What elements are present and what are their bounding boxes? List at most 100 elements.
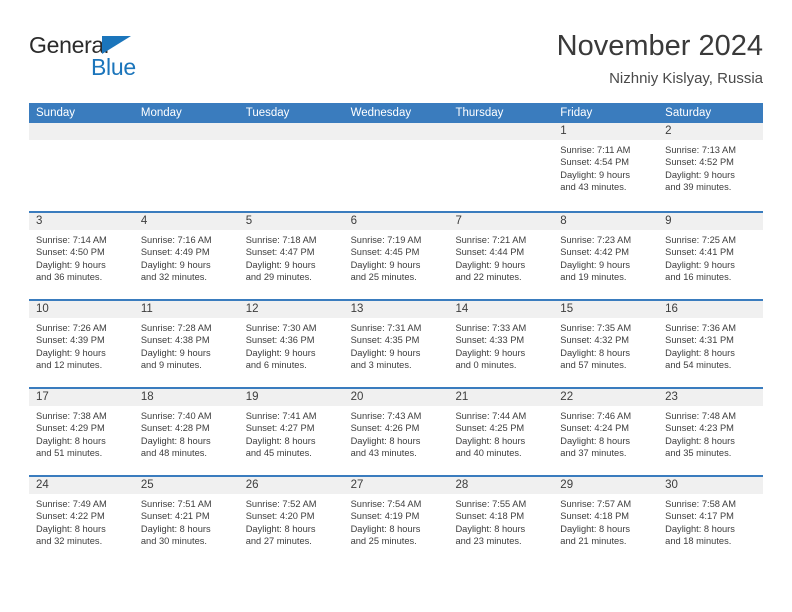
general-blue-logo[interactable]: General Blue: [29, 32, 159, 84]
day-info: Sunrise: 7:30 AM Sunset: 4:36 PM Daylight:…: [239, 318, 344, 372]
weekday-header-friday: Friday: [560, 107, 593, 119]
calendar-day-cell[interactable]: 3 Sunrise: 7:14 AM Sunset: 4:50 PM Daylight…: [29, 213, 134, 299]
day-number: 11: [140, 303, 153, 315]
calendar-day-cell[interactable]: 6 Sunrise: 7:19 AM Sunset: 4:45 PM Daylight…: [343, 213, 449, 299]
day-info: Sunrise: 7:18 AM Sunset: 4:47 PM Daylight:…: [239, 230, 344, 284]
page-header: General Blue November 2024 Nizhniy Kisly…: [29, 28, 763, 98]
calendar-weeks: 1 Sunrise: 7:11 AM Sunset: 4:54 PM Daylight…: [29, 123, 764, 563]
sunset-text: Sunset: 4:22 PM: [36, 511, 105, 522]
calendar-week-row: 17 Sunrise: 7:38 AM Sunset: 4:29 PM Dayligh…: [29, 387, 764, 475]
sunrise-text: Sunrise: 7:58 AM: [665, 499, 736, 509]
daylight-text-line1: Daylight: 8 hours: [665, 523, 735, 534]
daylight-text-line1: Daylight: 9 hours: [455, 259, 526, 270]
calendar-day-cell[interactable]: 30 Sunrise: 7:58 AM Sunset: 4:17 PM Dayligh…: [658, 477, 764, 563]
calendar-day-cell[interactable]: 14 Sunrise: 7:33 AM Sunset: 4:33 PM Dayligh…: [448, 301, 554, 387]
daylight-text-line1: Daylight: 8 hours: [455, 523, 526, 534]
sunrise-text: Sunrise: 7:52 AM: [245, 499, 317, 509]
day-number-band: 19: [238, 389, 344, 406]
day-info: Sunrise: 7:46 AM Sunset: 4:24 PM Daylight:…: [553, 406, 658, 460]
day-number-band: 25: [133, 477, 239, 494]
calendar-day-cell[interactable]: 17 Sunrise: 7:38 AM Sunset: 4:29 PM Dayligh…: [29, 389, 134, 475]
calendar-day-cell[interactable]: 20 Sunrise: 7:43 AM Sunset: 4:26 PM Dayligh…: [343, 389, 449, 475]
day-info: Sunrise: 7:38 AM Sunset: 4:29 PM Daylight:…: [29, 406, 134, 460]
daylight-text-line1: Daylight: 8 hours: [140, 523, 211, 534]
daylight-text-line1: Daylight: 8 hours: [245, 435, 316, 446]
title-block: November 2024 Nizhniy Kislyay, Russia: [557, 28, 763, 90]
day-number: 10: [36, 303, 49, 315]
calendar-day-cell[interactable]: 4 Sunrise: 7:16 AM Sunset: 4:49 PM Daylight…: [133, 213, 239, 299]
sunrise-text: Sunrise: 7:46 AM: [560, 411, 632, 421]
daylight-text-line2: and 3 minutes.: [350, 360, 412, 371]
sunset-text: Sunset: 4:25 PM: [455, 423, 525, 434]
daylight-text-line2: and 16 minutes.: [665, 272, 732, 283]
daylight-text-line2: and 45 minutes.: [245, 448, 312, 459]
sunrise-text: Sunrise: 7:11 AM: [560, 145, 631, 155]
sunset-text: Sunset: 4:31 PM: [665, 335, 734, 346]
daylight-text-line2: and 21 minutes.: [560, 536, 627, 547]
calendar-day-cell[interactable]: 19 Sunrise: 7:41 AM Sunset: 4:27 PM Dayligh…: [238, 389, 344, 475]
sunrise-text: Sunrise: 7:41 AM: [245, 411, 317, 421]
calendar-day-cell[interactable]: 22 Sunrise: 7:46 AM Sunset: 4:24 PM Dayligh…: [553, 389, 659, 475]
daylight-text-line2: and 25 minutes.: [350, 272, 417, 283]
sunrise-text: Sunrise: 7:55 AM: [455, 499, 527, 509]
sunset-text: Sunset: 4:26 PM: [350, 423, 420, 434]
day-number-band: 3: [29, 213, 134, 230]
calendar-day-cell[interactable]: 8 Sunrise: 7:23 AM Sunset: 4:42 PM Daylight…: [553, 213, 659, 299]
day-info: Sunrise: 7:26 AM Sunset: 4:39 PM Daylight:…: [29, 318, 134, 372]
sunset-text: Sunset: 4:39 PM: [36, 335, 105, 346]
day-number-band: 16: [658, 301, 764, 318]
sunset-text: Sunset: 4:36 PM: [245, 335, 315, 346]
day-number: 30: [665, 479, 678, 491]
daylight-text-line2: and 19 minutes.: [560, 272, 627, 283]
calendar-day-cell[interactable]: 16 Sunrise: 7:36 AM Sunset: 4:31 PM Dayligh…: [658, 301, 764, 387]
day-number: 6: [350, 215, 357, 227]
calendar-day-cell[interactable]: 12 Sunrise: 7:30 AM Sunset: 4:36 PM Dayligh…: [238, 301, 344, 387]
calendar-day-cell[interactable]: 10 Sunrise: 7:26 AM Sunset: 4:39 PM Dayligh…: [29, 301, 134, 387]
calendar-day-cell[interactable]: 1 Sunrise: 7:11 AM Sunset: 4:54 PM Daylight…: [553, 123, 659, 211]
calendar-day-cell[interactable]: 15 Sunrise: 7:35 AM Sunset: 4:32 PM Dayligh…: [553, 301, 659, 387]
day-info: Sunrise: 7:48 AM Sunset: 4:23 PM Daylight:…: [658, 406, 763, 460]
calendar-day-cell[interactable]: 21 Sunrise: 7:44 AM Sunset: 4:25 PM Dayligh…: [448, 389, 554, 475]
sunrise-text: Sunrise: 7:13 AM: [665, 145, 736, 155]
day-info: Sunrise: 7:21 AM Sunset: 4:44 PM Daylight:…: [448, 230, 553, 284]
daylight-text-line1: Daylight: 8 hours: [36, 523, 106, 534]
daylight-text-line1: Daylight: 8 hours: [665, 435, 735, 446]
calendar-day-cell[interactable]: 25 Sunrise: 7:51 AM Sunset: 4:21 PM Dayligh…: [133, 477, 239, 563]
sunset-text: Sunset: 4:33 PM: [455, 335, 525, 346]
calendar-day-cell[interactable]: 2 Sunrise: 7:13 AM Sunset: 4:52 PM Daylight…: [658, 123, 764, 211]
day-number: 16: [665, 303, 678, 315]
day-info: Sunrise: 7:58 AM Sunset: 4:17 PM Daylight:…: [658, 494, 763, 548]
day-number: 13: [350, 303, 364, 315]
calendar-day-cell[interactable]: 7 Sunrise: 7:21 AM Sunset: 4:44 PM Daylight…: [448, 213, 554, 299]
calendar-day-cell[interactable]: 23 Sunrise: 7:48 AM Sunset: 4:23 PM Dayligh…: [658, 389, 764, 475]
daylight-text-line1: Daylight: 8 hours: [560, 435, 631, 446]
day-number-band: 29: [553, 477, 659, 494]
calendar-day-cell[interactable]: 26 Sunrise: 7:52 AM Sunset: 4:20 PM Dayligh…: [238, 477, 344, 563]
daylight-text-line2: and 6 minutes.: [245, 360, 307, 371]
calendar-day-cell[interactable]: 27 Sunrise: 7:54 AM Sunset: 4:19 PM Dayligh…: [343, 477, 449, 563]
day-number: 27: [350, 479, 364, 491]
calendar-day-cell[interactable]: 28 Sunrise: 7:55 AM Sunset: 4:18 PM Dayligh…: [448, 477, 554, 563]
calendar-day-cell[interactable]: 9 Sunrise: 7:25 AM Sunset: 4:41 PM Daylight…: [658, 213, 764, 299]
day-info: Sunrise: 7:36 AM Sunset: 4:31 PM Daylight:…: [658, 318, 763, 372]
calendar-day-cell-empty: [133, 123, 239, 211]
daylight-text-line1: Daylight: 8 hours: [140, 435, 211, 446]
day-number-band: 6: [343, 213, 449, 230]
sunrise-text: Sunrise: 7:40 AM: [140, 411, 212, 421]
day-info: Sunrise: 7:43 AM Sunset: 4:26 PM Daylight:…: [344, 406, 449, 460]
day-number: 26: [245, 479, 259, 491]
calendar-day-cell-empty: [448, 123, 554, 211]
calendar-day-cell[interactable]: 11 Sunrise: 7:28 AM Sunset: 4:38 PM Dayligh…: [133, 301, 239, 387]
calendar-day-cell[interactable]: 29 Sunrise: 7:57 AM Sunset: 4:18 PM Dayligh…: [553, 477, 659, 563]
day-number-band: 27: [343, 477, 449, 494]
day-number: 7: [455, 215, 462, 227]
day-number-band: [448, 123, 554, 140]
calendar-day-cell[interactable]: 24 Sunrise: 7:49 AM Sunset: 4:22 PM Dayligh…: [29, 477, 134, 563]
calendar-day-cell[interactable]: 5 Sunrise: 7:18 AM Sunset: 4:47 PM Daylight…: [238, 213, 344, 299]
sunset-text: Sunset: 4:45 PM: [350, 247, 420, 258]
sunset-text: Sunset: 4:32 PM: [560, 335, 630, 346]
daylight-text-line2: and 25 minutes.: [350, 536, 417, 547]
calendar-day-cell[interactable]: 13 Sunrise: 7:31 AM Sunset: 4:35 PM Dayligh…: [343, 301, 449, 387]
calendar-day-cell[interactable]: 18 Sunrise: 7:40 AM Sunset: 4:28 PM Dayligh…: [133, 389, 239, 475]
day-number-band: 23: [658, 389, 764, 406]
